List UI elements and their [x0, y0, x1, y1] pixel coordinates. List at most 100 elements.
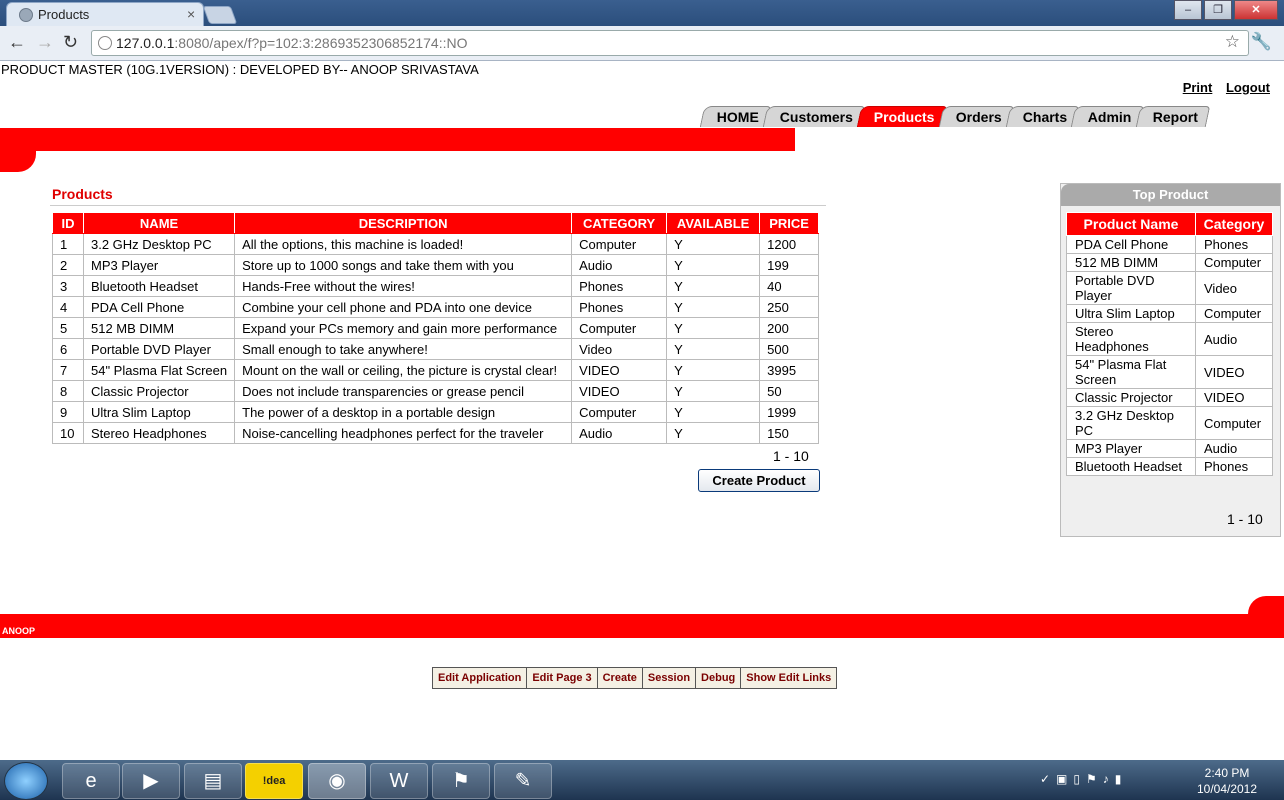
- create-link[interactable]: Create: [597, 668, 643, 688]
- globe-icon: [19, 8, 33, 22]
- ie-icon[interactable]: e: [62, 763, 120, 799]
- list-item: Classic Projector VIDEO: [1066, 388, 1273, 407]
- session-link[interactable]: Session: [642, 668, 697, 688]
- column-header-id[interactable]: ID: [52, 212, 84, 234]
- tab-home[interactable]: HOME: [699, 106, 772, 127]
- list-item: 512 MB DIMM Computer: [1066, 253, 1273, 272]
- clock[interactable]: 2:40 PM 10/04/2012: [1192, 765, 1262, 797]
- cell-price: 199: [759, 254, 820, 276]
- cell-description: All the options, this machine is loaded!: [234, 233, 573, 255]
- minimize-icon[interactable]: –: [1174, 0, 1202, 20]
- tab-products[interactable]: Products: [856, 106, 948, 127]
- table-row: 7 54" Plasma Flat Screen Mount on the wall…: [52, 359, 820, 381]
- column-header-product-name[interactable]: Product Name: [1066, 212, 1196, 236]
- media-player-icon[interactable]: ▶: [122, 763, 180, 799]
- debug-link[interactable]: Debug: [696, 668, 742, 688]
- system-tray[interactable]: ✓▣▯⚑♪▮: [1040, 772, 1127, 786]
- tab-orders[interactable]: Orders: [938, 106, 1014, 127]
- url-text: 127.0.0.1:8080/apex/f?p=102:3:2869352306…: [116, 35, 468, 51]
- cell-description: Store up to 1000 songs and take them wit…: [234, 254, 573, 276]
- list-item: Stereo Headphones Audio: [1066, 322, 1273, 356]
- cell-available: Y: [666, 422, 761, 444]
- new-tab-button[interactable]: [202, 6, 238, 24]
- header-bar-curve: [0, 151, 36, 172]
- back-icon[interactable]: ←: [8, 32, 26, 53]
- start-button[interactable]: [4, 762, 48, 800]
- list-item: MP3 Player Audio: [1066, 439, 1273, 458]
- close-window-icon[interactable]: ✕: [1234, 0, 1278, 20]
- list-item: 54" Plasma Flat Screen VIDEO: [1066, 355, 1273, 389]
- list-item: Portable DVD Player Video: [1066, 271, 1273, 305]
- column-header-price[interactable]: PRICE: [759, 212, 820, 234]
- app-title: PRODUCT MASTER (10G.1VERSION) : DEVELOPE…: [1, 62, 479, 77]
- cell-category: Computer: [1195, 253, 1273, 272]
- browser-tab[interactable]: Products ×: [6, 2, 204, 27]
- products-region-title: Products: [52, 186, 113, 202]
- cell-product-name: Classic Projector: [1066, 388, 1196, 407]
- cell-id: 2: [52, 254, 84, 276]
- products-table: ID NAME DESCRIPTION CATEGORY AVAILABLE P…: [52, 212, 820, 444]
- top-links: Print Logout: [1173, 80, 1270, 95]
- cell-category: VIDEO: [1195, 355, 1273, 389]
- close-tab-icon[interactable]: ×: [187, 6, 195, 22]
- tab-report[interactable]: Report: [1135, 106, 1211, 127]
- list-item: Bluetooth Headset Phones: [1066, 457, 1273, 476]
- cell-id: 10: [52, 422, 84, 444]
- cell-name: Ultra Slim Laptop: [82, 401, 236, 423]
- column-header-description[interactable]: DESCRIPTION: [234, 212, 573, 234]
- cell-id: 8: [52, 380, 84, 402]
- column-header-available[interactable]: AVAILABLE: [666, 212, 761, 234]
- cell-price: 200: [759, 317, 820, 339]
- chrome-icon[interactable]: ◉: [308, 763, 366, 799]
- cell-price: 150: [759, 422, 820, 444]
- reload-icon[interactable]: ↻: [63, 32, 78, 53]
- cell-price: 40: [759, 275, 820, 297]
- wrench-menu-icon[interactable]: 🔧: [1251, 32, 1272, 52]
- forward-icon[interactable]: →: [36, 32, 54, 53]
- explorer-icon[interactable]: ▤: [184, 763, 242, 799]
- show-edit-links-link[interactable]: Show Edit Links: [741, 668, 837, 688]
- cell-category: Audio: [1195, 322, 1273, 356]
- bookmark-star-icon[interactable]: ☆: [1225, 32, 1240, 52]
- cell-category: Video: [571, 338, 668, 360]
- cell-description: Hands-Free without the wires!: [234, 275, 573, 297]
- table-row: 5 512 MB DIMM Expand your PCs memory and g…: [52, 317, 820, 339]
- column-header-category[interactable]: CATEGORY: [571, 212, 668, 234]
- print-link[interactable]: Print: [1183, 80, 1213, 95]
- edit-application-link[interactable]: Edit Application: [433, 668, 528, 688]
- cell-name: Portable DVD Player: [82, 338, 236, 360]
- idea-icon[interactable]: !dea: [245, 763, 303, 799]
- page-info-icon[interactable]: [98, 36, 112, 50]
- tab-admin[interactable]: Admin: [1070, 106, 1144, 127]
- paint-icon[interactable]: ✎: [494, 763, 552, 799]
- logout-link[interactable]: Logout: [1226, 80, 1270, 95]
- column-header-name[interactable]: NAME: [82, 212, 236, 234]
- cell-name: Stereo Headphones: [82, 422, 236, 444]
- cell-available: Y: [666, 233, 761, 255]
- column-header-category[interactable]: Category: [1195, 212, 1273, 236]
- cell-product-name: Portable DVD Player: [1066, 271, 1196, 305]
- cell-price: 3995: [759, 359, 820, 381]
- tab-customers[interactable]: Customers: [762, 106, 866, 127]
- maximize-icon[interactable]: ❐: [1204, 0, 1232, 20]
- top-product-region: Top Product Product Name Category PDA Ce…: [1060, 183, 1281, 537]
- edit-page-link[interactable]: Edit Page 3: [527, 668, 598, 688]
- cell-product-name: MP3 Player: [1066, 439, 1196, 458]
- tab-charts[interactable]: Charts: [1005, 106, 1080, 127]
- cell-description: Mount on the wall or ceiling, the pictur…: [234, 359, 573, 381]
- word-icon[interactable]: W: [370, 763, 428, 799]
- browser-toolbar: ← → ↻ 127.0.0.1:8080/apex/f?p=102:3:2869…: [0, 26, 1284, 61]
- cell-name: Classic Projector: [82, 380, 236, 402]
- table-row: 10 Stereo Headphones Noise-cancelling head…: [52, 422, 820, 444]
- create-product-button[interactable]: Create Product: [698, 469, 820, 492]
- clock-time: 2:40 PM: [1204, 766, 1250, 780]
- developer-toolbar: Edit Application Edit Page 3 Create Sess…: [432, 667, 838, 689]
- cell-category: Phones: [1195, 235, 1273, 254]
- cell-available: Y: [666, 401, 761, 423]
- cell-category: Computer: [571, 233, 668, 255]
- acrobat-icon[interactable]: ⚑: [432, 763, 490, 799]
- top-product-table: Product Name Category PDA Cell Phone Phon…: [1066, 212, 1273, 476]
- cell-category: Computer: [1195, 304, 1273, 323]
- address-bar[interactable]: 127.0.0.1:8080/apex/f?p=102:3:2869352306…: [91, 30, 1249, 56]
- cell-category: Phones: [571, 296, 668, 318]
